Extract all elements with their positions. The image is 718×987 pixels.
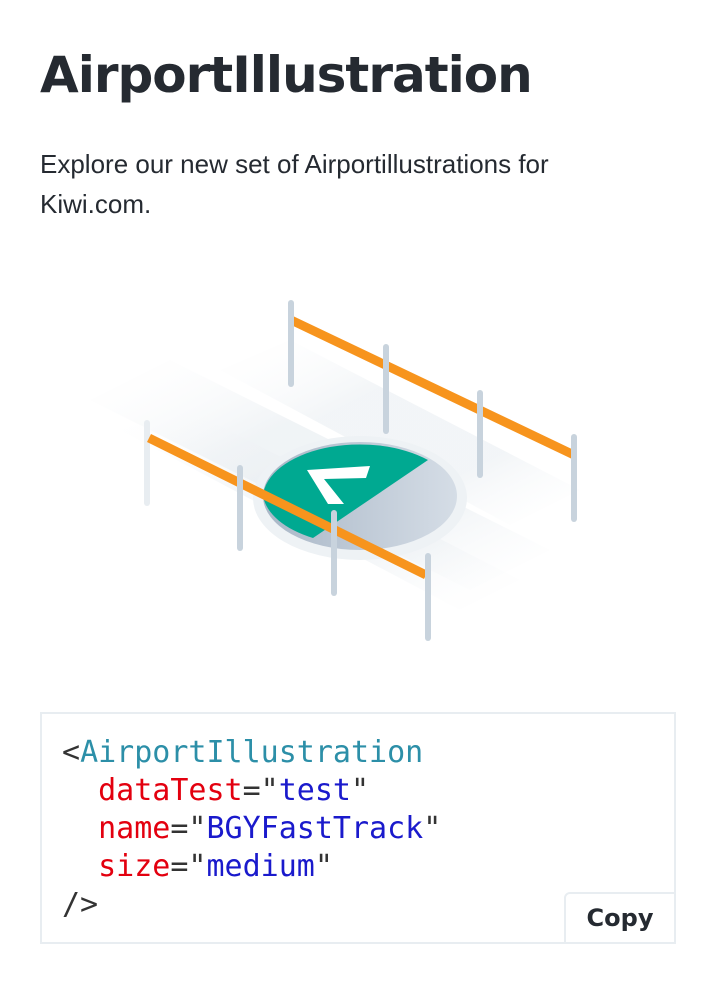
code-attr-quote: " [351, 773, 370, 808]
code-tag-open: < [62, 735, 81, 770]
code-tag-close: /> [62, 887, 99, 922]
page-description: Explore our new set of Airportillustrati… [40, 149, 549, 219]
code-attr-name: dataTest [98, 773, 243, 808]
code-attr-name: size [98, 849, 171, 884]
page-title: AirportIllustration [40, 46, 533, 104]
fast-track-lane-illustration [90, 300, 580, 641]
code-attr-eq: =" [170, 811, 207, 846]
code-snippet: <AirportIllustration dataTest="test" nam… [40, 712, 676, 944]
code-attr-value: BGYFastTrack [206, 811, 424, 846]
code-attr-value: medium [206, 849, 315, 884]
code-attr-name: name [98, 811, 171, 846]
code-attr-quote: " [423, 811, 442, 846]
code-component-name: AirportIllustration [80, 735, 424, 770]
copy-button[interactable]: Copy [564, 892, 676, 944]
code-attr-eq: =" [170, 849, 207, 884]
code-attr-quote: " [314, 849, 333, 884]
code-attr-eq: =" [242, 773, 279, 808]
code-text[interactable]: <AirportIllustration dataTest="test" nam… [62, 734, 441, 924]
code-attr-value: test [278, 773, 351, 808]
